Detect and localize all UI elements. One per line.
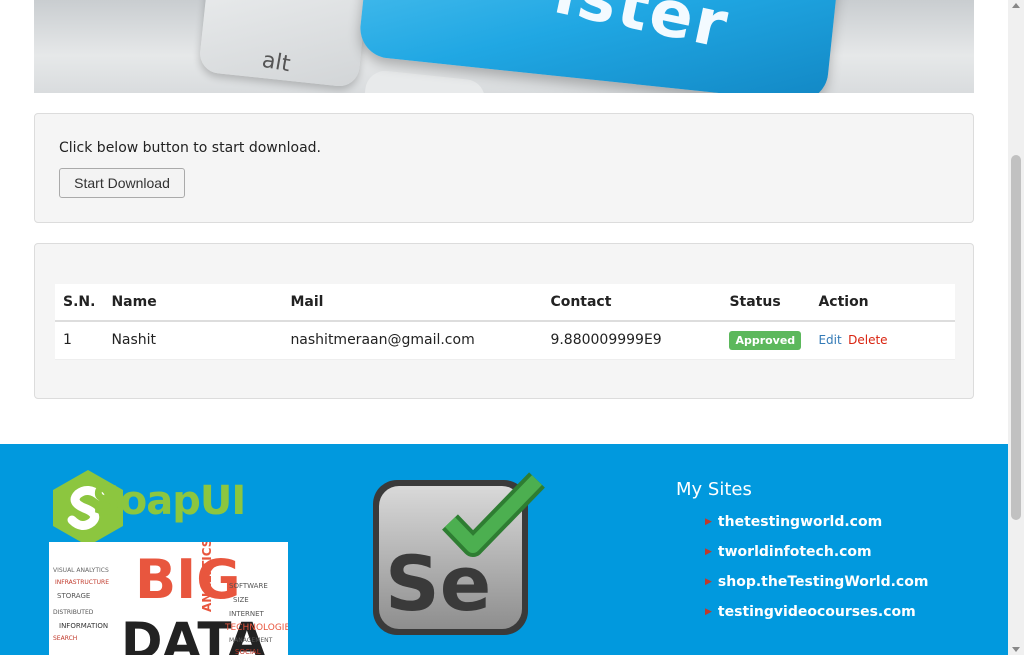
users-table: S.N. Name Mail Contact Status Action 1 N… xyxy=(55,284,955,360)
svg-text:SEARCH: SEARCH xyxy=(53,635,77,642)
site-link[interactable]: ▶ tworldinfotech.com xyxy=(705,544,872,560)
table-header-row: S.N. Name Mail Contact Status Action xyxy=(55,284,955,322)
svg-text:INFORMATION: INFORMATION xyxy=(59,622,108,630)
svg-text:INTERNET: INTERNET xyxy=(229,610,265,618)
delete-link[interactable]: Delete xyxy=(848,333,887,347)
status-badge: Approved xyxy=(729,330,802,350)
my-sites-heading: My Sites xyxy=(676,479,752,500)
column-header-status: Status xyxy=(721,284,811,322)
alt-key-label: alt xyxy=(260,47,293,78)
chevron-right-icon: ▶ xyxy=(705,577,712,587)
svg-text:SIZE: SIZE xyxy=(233,596,249,604)
cell-mail: nashitmeraan@gmail.com xyxy=(282,321,543,360)
download-panel: Click below button to start download. St… xyxy=(34,113,974,223)
svg-text:TECHNOLOGIES: TECHNOLOGIES xyxy=(224,623,288,633)
scroll-down-icon[interactable] xyxy=(1012,647,1020,652)
site-footer: SoapUI VISUAL ANALYTICS INFRASTRUCTURE S… xyxy=(0,444,1008,655)
soapui-logo-text: SoapUI xyxy=(92,478,246,524)
selenium-logo-icon: Se xyxy=(373,472,545,635)
start-download-button[interactable]: Start Download xyxy=(59,168,185,198)
site-link[interactable]: ▶ shop.theTestingWorld.com xyxy=(705,574,928,590)
svg-text:VISUAL ANALYTICS: VISUAL ANALYTICS xyxy=(53,567,109,574)
svg-text:DISTRIBUTED: DISTRIBUTED xyxy=(53,609,94,616)
svg-text:SOFTWARE: SOFTWARE xyxy=(229,582,268,590)
column-header-sn: S.N. xyxy=(55,284,104,322)
cell-status: Approved xyxy=(721,321,811,360)
page-scrollbar[interactable] xyxy=(1008,0,1024,655)
column-header-contact: Contact xyxy=(542,284,722,322)
site-link[interactable]: ▶ thetestingworld.com xyxy=(705,514,882,530)
chevron-right-icon: ▶ xyxy=(705,607,712,617)
column-header-action: Action xyxy=(810,284,955,322)
column-header-name: Name xyxy=(103,284,283,322)
cell-sn: 1 xyxy=(55,321,104,360)
svg-text:STORAGE: STORAGE xyxy=(57,592,90,600)
download-instruction: Click below button to start download. xyxy=(59,140,322,156)
register-banner-image: alt ister xyxy=(34,0,974,93)
svg-text:SOCIAL: SOCIAL xyxy=(235,648,261,655)
big-data-image: VISUAL ANALYTICS INFRASTRUCTURE STORAGE … xyxy=(49,542,288,655)
scroll-up-icon[interactable] xyxy=(1012,3,1020,8)
svg-text:ANALYTICS: ANALYTICS xyxy=(200,542,214,612)
site-link[interactable]: ▶ testingvideocourses.com xyxy=(705,604,916,620)
cell-contact: 9.880009999E9 xyxy=(542,321,722,360)
table-row: 1 Nashit nashitmeraan@gmail.com 9.880009… xyxy=(55,321,955,360)
chevron-right-icon: ▶ xyxy=(705,547,712,557)
cell-action: Edit Delete xyxy=(810,321,955,360)
big-word: BIG xyxy=(135,548,241,611)
edit-link[interactable]: Edit xyxy=(818,333,841,347)
cell-name: Nashit xyxy=(103,321,283,360)
big-data-wordcloud-icon: VISUAL ANALYTICS INFRASTRUCTURE STORAGE … xyxy=(53,542,288,655)
svg-text:MANAGEMENT: MANAGEMENT xyxy=(229,637,273,644)
chevron-right-icon: ▶ xyxy=(705,517,712,527)
scrollbar-thumb[interactable] xyxy=(1011,155,1021,520)
column-header-mail: Mail xyxy=(282,284,543,322)
svg-text:INFRASTRUCTURE: INFRASTRUCTURE xyxy=(55,579,109,586)
users-table-panel: S.N. Name Mail Contact Status Action 1 N… xyxy=(34,243,974,399)
keyboard-key-grey xyxy=(361,68,487,93)
